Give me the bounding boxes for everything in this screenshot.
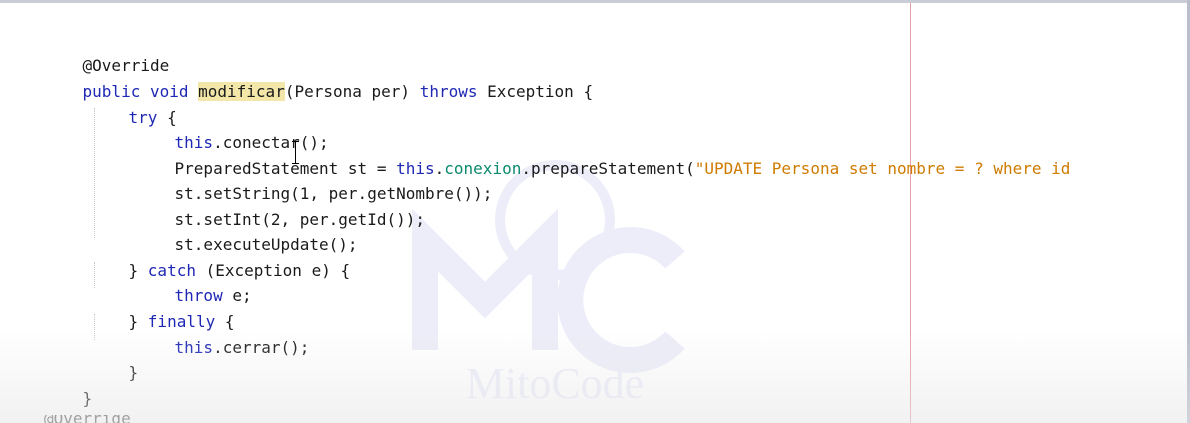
code-line-try[interactable]: try { — [90, 85, 177, 127]
brace-token: } — [128, 363, 139, 382]
call-prepare-statement: .prepareStatement( — [521, 159, 695, 178]
text-cursor-ibeam-icon — [291, 139, 300, 165]
code-line-finally[interactable]: } finally { — [90, 289, 235, 331]
code-line-method-signature[interactable]: public void modificar(Persona per) throw… — [44, 59, 593, 101]
code-line-throw[interactable]: throw e; — [136, 263, 252, 305]
call-cerrar: .cerrar(); — [213, 338, 310, 357]
watermark-m-letter — [412, 208, 558, 350]
code-line-next-annotation[interactable]: @Override — [44, 415, 131, 423]
code-line-set-int[interactable]: st.setInt(2, per.getId()); — [136, 187, 425, 229]
code-line-close-finally[interactable]: } — [90, 340, 139, 382]
watermark-c-letter — [557, 227, 685, 373]
code-line-conectar[interactable]: this.conectar(); — [136, 110, 329, 152]
code-editor[interactable]: MitoCode @Override public void modificar… — [0, 0, 1190, 423]
code-line-annotation[interactable]: @Override — [44, 33, 170, 75]
keyword-throws: throws — [419, 82, 478, 101]
code-line-execute-update[interactable]: st.executeUpdate(); — [136, 212, 358, 254]
code-line-cerrar[interactable]: this.cerrar(); — [136, 315, 310, 357]
method-name-highlighted: modificar — [198, 82, 285, 101]
editor-top-border — [0, 0, 1190, 3]
watermark-text: MitoCode — [466, 359, 644, 408]
code-line-prepare-statement[interactable]: PreparedStatement st = this.conexion.pre… — [136, 136, 1071, 178]
code-line-catch[interactable]: } catch (Exception e) { — [90, 238, 351, 280]
code-line-set-string[interactable]: st.setString(1, per.getNombre()); — [136, 161, 493, 203]
right-margin-line — [910, 3, 911, 423]
exception-type: Exception { — [477, 82, 594, 101]
sql-string-literal: "UPDATE Persona set nombre = ? where id — [694, 159, 1071, 178]
keyword-this: this — [174, 338, 214, 357]
brace-token: } — [82, 389, 93, 408]
annotation-token: @Override — [44, 415, 131, 423]
code-line-close-method[interactable]: } — [44, 366, 93, 408]
method-params: (Persona per) — [284, 82, 420, 101]
